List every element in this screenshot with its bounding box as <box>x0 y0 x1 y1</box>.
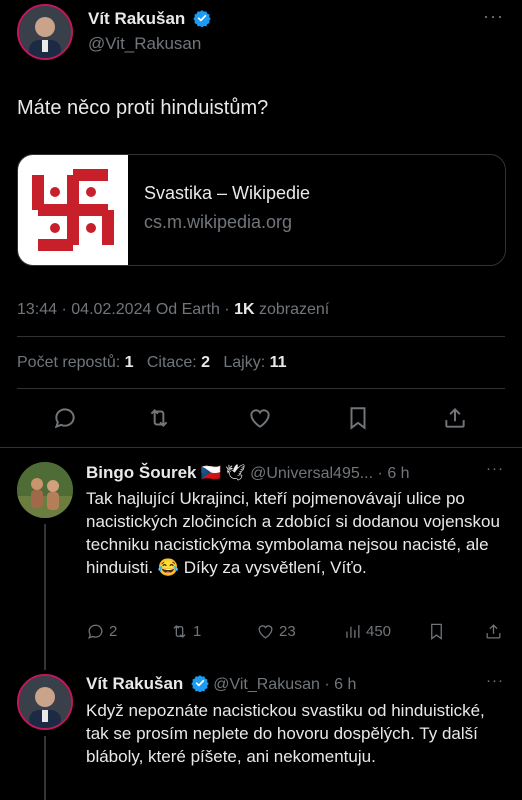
tweet-date[interactable]: 04.02.2024 <box>71 301 151 318</box>
tweet-source: Od Earth <box>155 301 220 318</box>
views-label: zobrazení <box>258 301 330 318</box>
reply-icon <box>88 624 103 639</box>
divider <box>17 336 505 337</box>
share-button[interactable] <box>484 622 503 641</box>
repost-icon <box>173 625 186 638</box>
repost-count[interactable]: 1 <box>170 622 201 641</box>
avatar-image <box>17 462 73 518</box>
reply-icon[interactable] <box>52 405 78 431</box>
avatar[interactable] <box>17 462 73 518</box>
reposts-stat[interactable]: Počet repostů: 1 <box>17 354 134 371</box>
verified-badge-icon <box>191 675 209 692</box>
avatar[interactable] <box>17 674 73 730</box>
link-card[interactable]: Svastika – Wikipedie cs.m.wikipedia.org <box>17 154 506 266</box>
link-card-title: Svastika – Wikipedie <box>144 183 311 203</box>
reply-text: Tak hajlující Ukrajinci, kteří pojmenová… <box>86 489 500 577</box>
bookmark-button[interactable] <box>427 622 446 641</box>
share-icon <box>486 624 501 639</box>
views-count[interactable]: 450 <box>343 622 391 641</box>
thread-line <box>44 524 46 670</box>
like-icon[interactable] <box>247 405 273 431</box>
link-card-domain: cs.m.wikipedia.org <box>144 212 293 232</box>
reply-text: Když nepoznáte nacistickou svastiku od h… <box>86 701 485 766</box>
like-count[interactable]: 23 <box>256 622 296 641</box>
divider <box>0 447 522 448</box>
tweet-meta: 13:44 · 04.02.2024 Od Earth · 1K zobraze… <box>17 301 330 318</box>
author-name[interactable]: Vít Rakušan <box>88 9 185 28</box>
author-handle[interactable]: @Vit_Rakusan <box>88 34 201 54</box>
swastika-image <box>32 169 114 251</box>
bookmark-icon[interactable] <box>345 405 371 431</box>
tweet-text: Máte něco proti hinduistům? <box>17 97 269 119</box>
divider <box>17 388 505 389</box>
views-count: 1K <box>234 301 255 318</box>
reply-handle[interactable]: @Universal495... <box>250 465 373 482</box>
quotes-stat[interactable]: Citace: 2 <box>147 354 210 371</box>
reply-time[interactable]: 6 h <box>334 676 356 693</box>
verified-badge-icon <box>193 10 211 27</box>
reply-header: Bingo Šourek 🇨🇿 🕊 @Universal495... · 6 h <box>86 463 410 482</box>
tweet-time[interactable]: 13:44 <box>17 301 57 318</box>
reply-count[interactable]: 2 <box>86 622 117 641</box>
avatar[interactable] <box>17 4 73 60</box>
reply-header: Vít Rakušan @Vit_Rakusan · 6 h <box>86 674 357 693</box>
tweet-stats: Počet repostů: 1 Citace: 2 Lajky: 11 <box>17 354 287 372</box>
avatar-image <box>19 6 71 58</box>
more-options-icon[interactable]: ··· <box>486 672 504 689</box>
repost-icon[interactable] <box>146 405 172 431</box>
avatar-image <box>19 676 71 728</box>
reply-author-name[interactable]: Bingo Šourek <box>86 463 197 482</box>
reply-time[interactable]: 6 h <box>387 465 409 482</box>
views-icon <box>346 625 360 638</box>
share-icon[interactable] <box>442 405 468 431</box>
like-icon <box>258 625 273 639</box>
reply-author-name[interactable]: Vít Rakušan <box>86 674 183 693</box>
action-bar <box>0 400 522 436</box>
author-row: Vít Rakušan <box>88 9 211 29</box>
more-options-icon[interactable]: ··· <box>483 6 504 27</box>
reply-actions: 2 1 23 450 <box>86 622 506 646</box>
reply-handle[interactable]: @Vit_Rakusan <box>213 676 320 693</box>
author-emoji: 🇨🇿 🕊 <box>200 465 246 482</box>
thread-line <box>44 736 46 800</box>
more-options-icon[interactable]: ··· <box>486 460 504 477</box>
likes-stat[interactable]: Lajky: 11 <box>223 354 286 371</box>
bookmark-icon <box>431 623 442 640</box>
link-card-thumbnail <box>18 155 128 265</box>
